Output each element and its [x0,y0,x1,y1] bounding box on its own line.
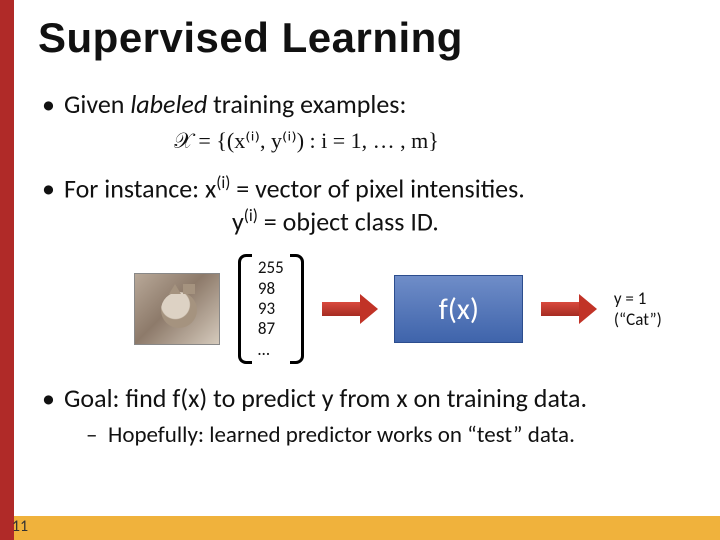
vector-entry: 98 [258,279,284,299]
cat-image [134,273,220,345]
vector-entry: 87 [258,319,284,339]
text: = vector of pixel intensities. [230,173,524,205]
fx-label: f(x) [439,291,479,329]
vector-values: 255 98 93 87 … [252,254,290,364]
bullet-list: Given labeled training examples: 𝒳 = {(x… [42,88,696,450]
vector-entry: … [258,340,284,360]
page-number: 11 [0,517,40,536]
y-definition: y(i) = object class ID. [64,205,696,238]
bullet-for-instance: For instance: x(i) = vector of pixel int… [42,172,696,364]
text: For instance: x [64,173,216,205]
vector-entry: 93 [258,299,284,319]
pixel-vector: 255 98 93 87 … [238,254,304,364]
bullet-goal: Goal: find f(x) to predict y from x on t… [42,382,696,449]
training-set-equation: 𝒳 = {(x⁽ⁱ⁾, y⁽ⁱ⁾) : i = 1, … , m} [64,127,696,155]
superscript: (i) [216,172,230,193]
text-italic: labeled [130,88,207,120]
text: Goal: find f(x) to predict y from x on t… [64,382,587,414]
slide-content: Given labeled training examples: 𝒳 = {(x… [14,62,720,450]
bracket-left-icon [238,254,252,364]
superscript: (i) [244,205,258,226]
arrow-right-icon [322,297,377,321]
text: training examples: [207,88,406,120]
output-label: y = 1 (“Cat”) [614,288,696,331]
text: Given [64,88,130,120]
slide-title: Supervised Learning [14,0,720,62]
arrow-right-icon [541,297,596,321]
slide: Supervised Learning Given labeled traini… [0,0,720,540]
vector-entry: 255 [258,258,284,278]
function-box: f(x) [394,275,523,343]
text: y [232,206,244,238]
footer-accent-bar [14,516,720,540]
text: = object class ID. [258,206,439,238]
pipeline-diagram: 255 98 93 87 … f(x) y = 1 (“Cat”) [134,254,696,364]
sub-bullet-hopefully: Hopefully: learned predictor works on “t… [64,421,696,450]
sub-bullet-list: Hopefully: learned predictor works on “t… [64,421,696,450]
bullet-labeled-examples: Given labeled training examples: 𝒳 = {(x… [42,88,696,154]
bracket-right-icon [290,254,304,364]
